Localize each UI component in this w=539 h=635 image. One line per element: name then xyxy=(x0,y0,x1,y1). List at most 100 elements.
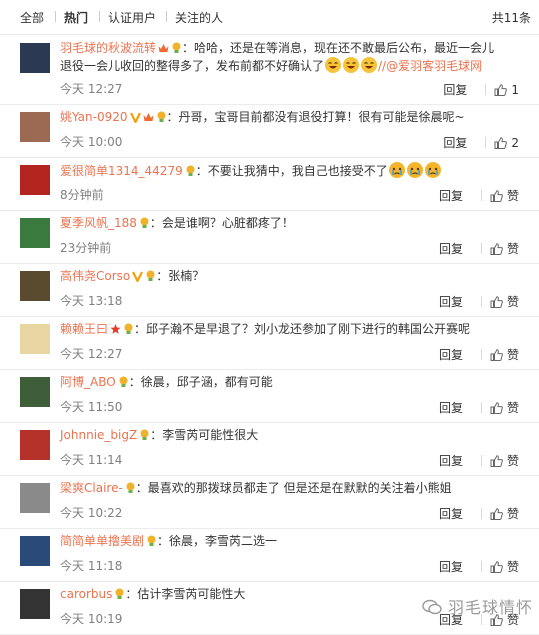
comment-actions: 回复 赞 xyxy=(439,240,519,257)
bulb-icon xyxy=(123,323,134,335)
avatar[interactable] xyxy=(20,324,50,354)
tab-all[interactable]: 全部 xyxy=(20,9,44,26)
thumbs-up-icon xyxy=(490,402,503,414)
comment-timestamp: 今天 12:27 xyxy=(60,82,123,96)
avatar[interactable] xyxy=(20,165,50,195)
comment-timestamp: 今天 11:50 xyxy=(60,400,123,414)
bulb-icon xyxy=(139,217,150,229)
watermark: 羽毛球情怀 xyxy=(422,594,533,618)
avatar[interactable] xyxy=(20,43,50,73)
comment-actions: 回复 赞 xyxy=(439,346,519,363)
mention-link[interactable]: //@爱羽客羽毛球网 xyxy=(378,59,482,73)
reply-button[interactable]: 回复 xyxy=(443,136,467,150)
like-button[interactable]: 赞 xyxy=(490,560,519,574)
reply-button[interactable]: 回复 xyxy=(439,454,463,468)
username-link[interactable]: 爱很简单1314_44279 xyxy=(60,164,183,178)
reply-button[interactable]: 回复 xyxy=(439,401,463,415)
like-count: 赞 xyxy=(506,295,519,309)
comment-body: ：徐晨，李雪芮二选一 xyxy=(157,534,278,548)
laughing-emoji-icon xyxy=(361,57,378,73)
like-count: 1 xyxy=(511,83,519,97)
like-button[interactable]: 赞 xyxy=(490,401,519,415)
comment-text-line: 赖赖王曰 ：邱子瀚不是早退了？刘小龙还参加了刚下进行的韩国公开赛呢 xyxy=(60,321,529,338)
like-count: 赞 xyxy=(506,401,519,415)
thumbs-up-icon xyxy=(494,84,508,96)
comment-item: 高伟尧Corso ：张楠？ 今天 13:18 回复 赞 xyxy=(0,263,539,317)
comment-body: ：李雪芮可能性很大 xyxy=(150,428,259,442)
username-link[interactable]: 夏季风帆_188 xyxy=(60,216,137,230)
avatar[interactable] xyxy=(20,536,50,566)
tab-verified[interactable]: 认证用户 xyxy=(108,9,156,26)
like-count: 赞 xyxy=(506,348,519,362)
like-button[interactable]: 1 xyxy=(494,83,519,97)
reply-button[interactable]: 回复 xyxy=(439,560,463,574)
like-count: 赞 xyxy=(506,560,519,574)
reply-button[interactable]: 回复 xyxy=(439,242,463,256)
comment-text-line: 羽毛球的秋波流转 ：哈哈，还是在等消息，现在还不敢最后公布，最近一会儿 xyxy=(60,40,529,57)
thumbs-up-icon xyxy=(490,349,503,361)
comment-timestamp: 今天 13:18 xyxy=(60,294,123,308)
username-link[interactable]: 阿博_ABO xyxy=(60,375,116,389)
comment-timestamp: 今天 11:18 xyxy=(60,559,123,573)
like-button[interactable]: 赞 xyxy=(490,507,519,521)
thumbs-up-icon xyxy=(490,190,503,202)
bulb-icon xyxy=(125,482,136,494)
like-button[interactable]: 赞 xyxy=(490,348,519,362)
tab-following[interactable]: 关注的人 xyxy=(175,9,223,26)
action-divider xyxy=(480,402,482,413)
reply-button[interactable]: 回复 xyxy=(443,83,467,97)
username-link[interactable]: carorbus xyxy=(60,587,112,601)
action-divider xyxy=(480,455,482,466)
comment-actions: 回复 2 xyxy=(443,134,519,151)
comment-timestamp: 8分钟前 xyxy=(60,188,104,202)
action-divider xyxy=(480,190,482,201)
like-button[interactable]: 赞 xyxy=(490,242,519,256)
tab-hot[interactable]: 热门 xyxy=(64,9,88,26)
comment-body: ：不要让我猜中，我自己也接受不了 xyxy=(195,164,388,178)
username-link[interactable]: 高伟尧Corso xyxy=(60,269,130,283)
avatar[interactable] xyxy=(20,377,50,407)
avatar[interactable] xyxy=(20,483,50,513)
comment-filter-tabs: 全部 热门 认证用户 关注的人 共11条 xyxy=(0,0,539,35)
comment-item: 梁爽Claire- ：最喜欢的那拨球员都走了 但是还是在默默的关注着小熊姐 今天 1… xyxy=(0,475,539,529)
tab-divider xyxy=(55,11,56,22)
comment-text-line: 爱很简单1314_44279 ：不要让我猜中，我自己也接受不了 xyxy=(60,162,529,180)
username-link[interactable]: 姚Yan-0920 xyxy=(60,110,128,124)
avatar[interactable] xyxy=(20,430,50,460)
comment-text-line: 姚Yan-0920 ：丹哥，宝哥目前都没有退役打算！很有可能是徐晨呢~ xyxy=(60,109,529,126)
username-link[interactable]: 赖赖王曰 xyxy=(60,322,108,336)
comment-timestamp: 今天 10:19 xyxy=(60,612,123,626)
username-link[interactable]: 梁爽Claire- xyxy=(60,481,123,495)
like-button[interactable]: 赞 xyxy=(490,189,519,203)
comment-item: 羽毛球的秋波流转 ：哈哈，还是在等消息，现在还不敢最后公布，最近一会儿 退役一会儿收… xyxy=(0,35,539,105)
reply-button[interactable]: 回复 xyxy=(439,295,463,309)
thumbs-up-icon xyxy=(494,137,508,149)
comment-actions: 回复 1 xyxy=(443,81,519,98)
action-divider xyxy=(485,137,487,148)
reply-button[interactable]: 回复 xyxy=(439,348,463,362)
avatar[interactable] xyxy=(20,218,50,248)
username-link[interactable]: Johnnie_bigZ xyxy=(60,428,137,442)
verified-v-icon xyxy=(129,111,141,125)
comment-item: 赖赖王曰 ：邱子瀚不是早退了？刘小龙还参加了刚下进行的韩国公开赛呢 今天 12:27… xyxy=(0,316,539,370)
action-divider xyxy=(480,349,482,360)
reply-button[interactable]: 回复 xyxy=(439,189,463,203)
avatar[interactable] xyxy=(20,589,50,619)
like-button[interactable]: 赞 xyxy=(490,454,519,468)
like-button[interactable]: 2 xyxy=(494,136,519,150)
username-link[interactable]: 羽毛球的秋波流转 xyxy=(60,41,156,55)
comment-actions: 回复 赞 xyxy=(439,187,519,204)
username-link[interactable]: 简简单单撸美剧 xyxy=(60,534,144,548)
reply-button[interactable]: 回复 xyxy=(439,507,463,521)
comment-body: ：张楠？ xyxy=(156,269,205,283)
avatar[interactable] xyxy=(20,112,50,142)
comment-body: ：邱子瀚不是早退了？刘小龙还参加了刚下进行的韩国公开赛呢 xyxy=(134,322,471,336)
watermark-text: 羽毛球情怀 xyxy=(447,598,533,617)
tab-divider xyxy=(166,11,167,22)
like-button[interactable]: 赞 xyxy=(490,295,519,309)
like-count: 2 xyxy=(511,136,519,150)
like-count: 赞 xyxy=(506,189,519,203)
comment-actions: 回复 赞 xyxy=(439,399,519,416)
thumbs-up-icon xyxy=(490,508,503,520)
avatar[interactable] xyxy=(20,271,50,301)
